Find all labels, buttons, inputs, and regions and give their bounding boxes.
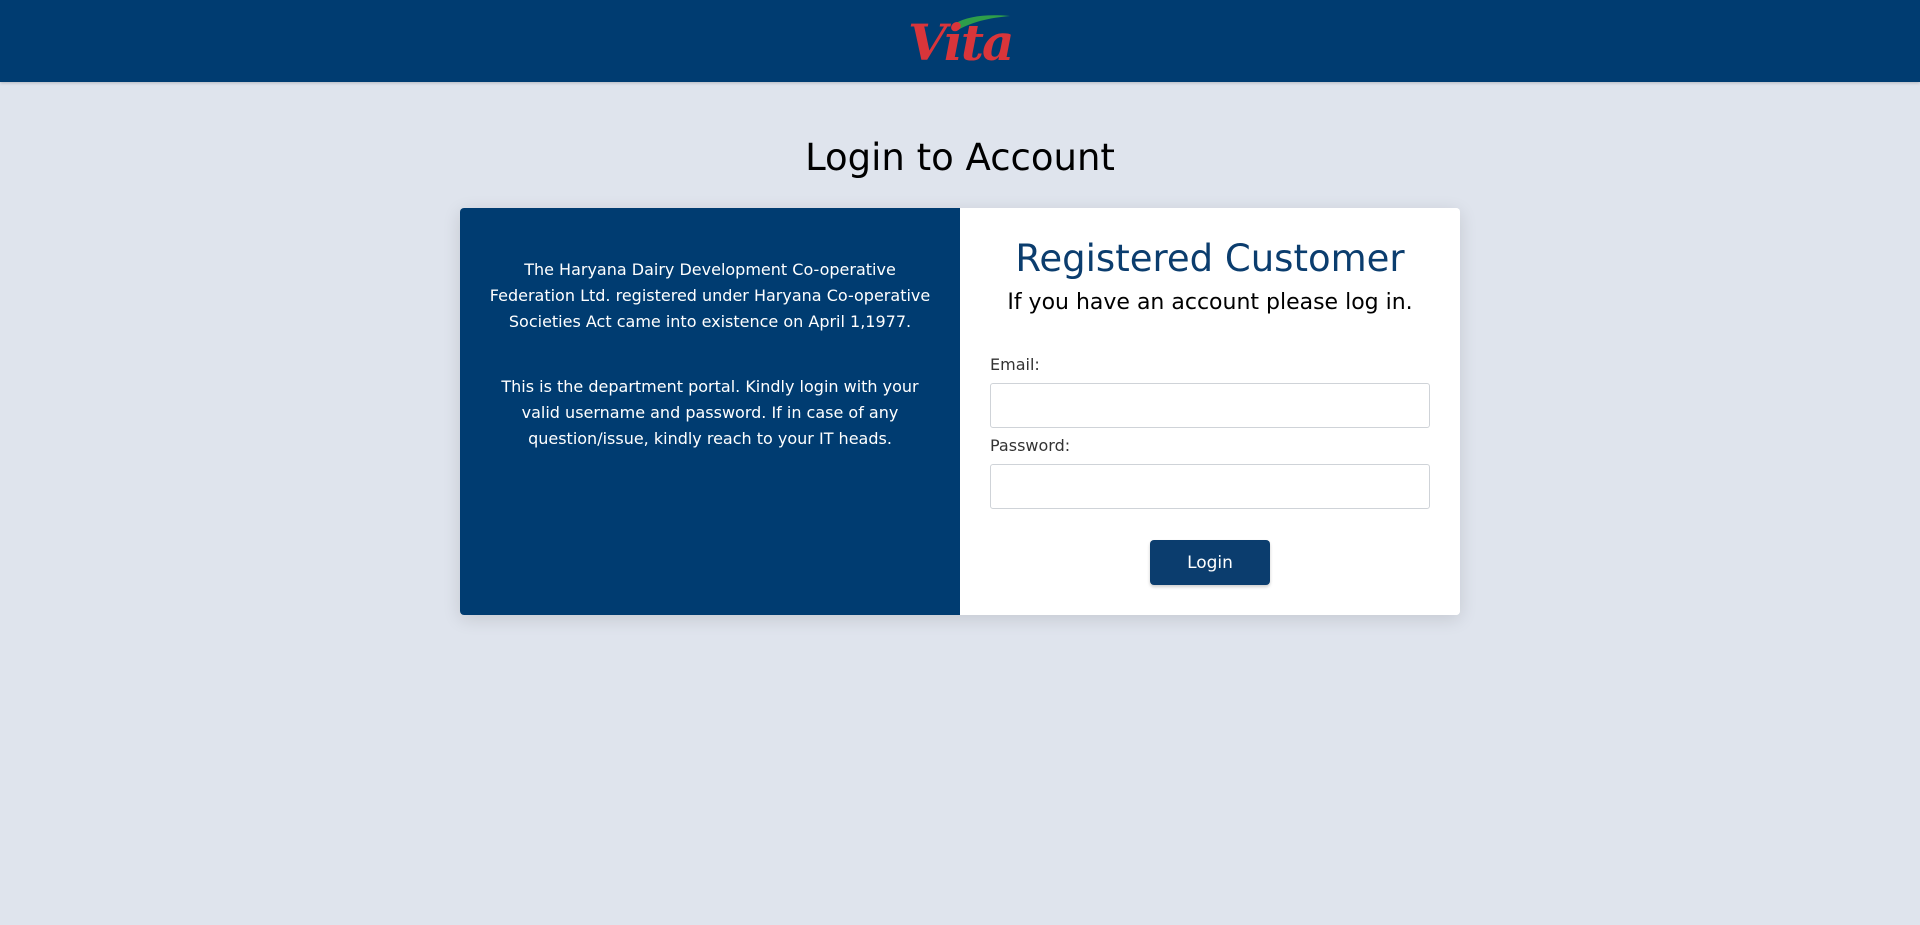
login-panel: Registered Customer If you have an accou… xyxy=(960,208,1460,615)
password-field[interactable] xyxy=(990,464,1430,509)
password-label: Password: xyxy=(990,436,1071,455)
email-field[interactable] xyxy=(990,383,1430,428)
info-paragraph-instructions: This is the department portal. Kindly lo… xyxy=(501,377,919,448)
login-button[interactable]: Login xyxy=(1150,540,1270,585)
info-panel: The Haryana Dairy Development Co-operati… xyxy=(460,208,960,615)
info-paragraph-about: The Haryana Dairy Development Co-operati… xyxy=(489,260,931,331)
login-subheading: If you have an account please log in. xyxy=(1007,290,1413,315)
login-card: The Haryana Dairy Development Co-operati… xyxy=(460,208,1460,615)
login-heading: Registered Customer xyxy=(1015,237,1405,280)
page-title: Login to Account xyxy=(805,136,1115,179)
logo-text: Vita xyxy=(908,13,1014,72)
email-label: Email: xyxy=(990,355,1040,374)
top-header: Vita xyxy=(0,0,1920,82)
vita-logo[interactable]: Vita xyxy=(906,10,1014,72)
